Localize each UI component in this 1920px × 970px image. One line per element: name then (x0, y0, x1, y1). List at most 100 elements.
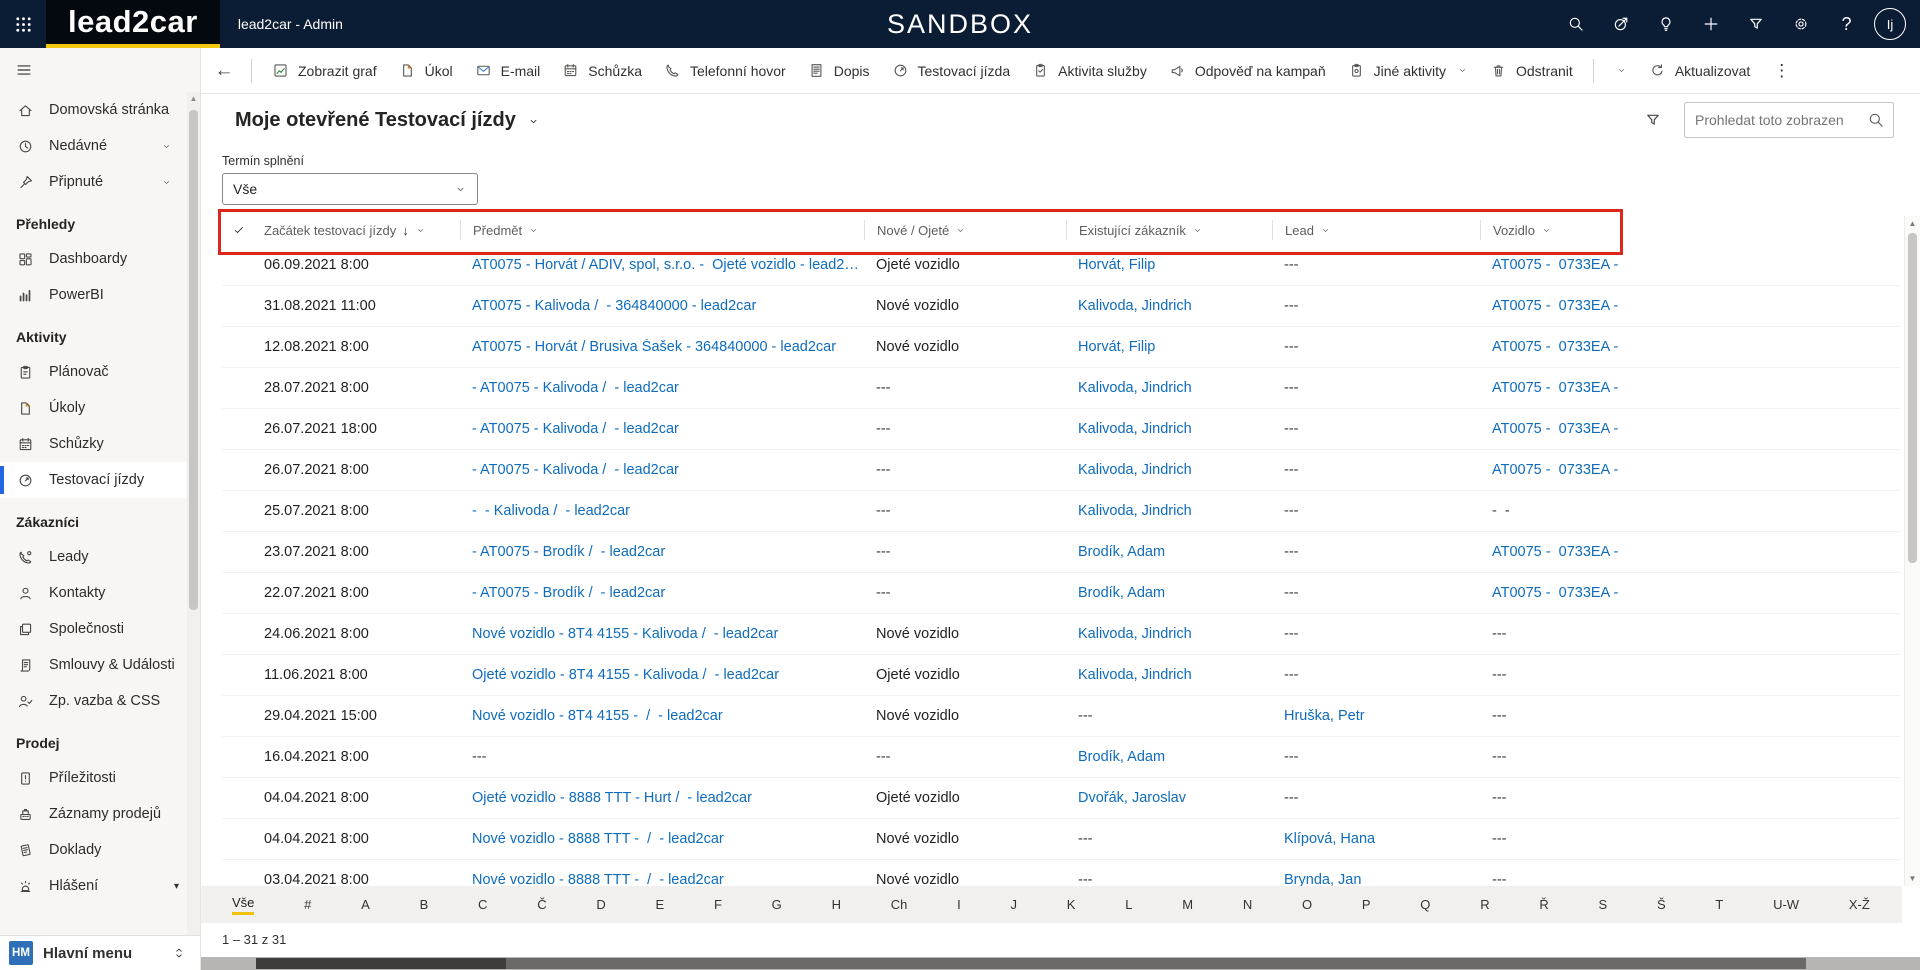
cell-subject[interactable]: Ojeté vozidlo - 8888 TTT - Hurt / - lead… (460, 790, 864, 806)
sidebar-item-ned-vn[interactable]: Nedávné (0, 128, 187, 164)
sidebar-item-z-znamy-prodej[interactable]: Záznamy prodejů (0, 796, 187, 832)
cell-vehicle[interactable]: AT0075 - 0733EA - (1480, 380, 1900, 396)
cell-customer[interactable]: Brodík, Adam (1066, 544, 1272, 560)
cell-customer[interactable]: Brodík, Adam (1066, 585, 1272, 601)
filter-icon[interactable] (1747, 15, 1765, 33)
horizontal-scrollbar-thumb[interactable] (256, 958, 506, 969)
jump-letter-i[interactable]: I (957, 897, 961, 912)
sidebar-scrollbar-thumb[interactable] (189, 110, 198, 610)
jump-letter-u-w[interactable]: U-W (1773, 897, 1799, 912)
jump-letter-b[interactable]: B (420, 897, 429, 912)
cell-subject[interactable]: - AT0075 - Brodík / - lead2car (460, 544, 864, 560)
vertical-scrollbar[interactable]: ▲ ▼ (1904, 216, 1920, 886)
jump-letter-e[interactable]: E (656, 897, 665, 912)
jump-letter-vše[interactable]: Vše (232, 895, 254, 915)
cmd-calendar-button[interactable]: Schůzka (551, 54, 653, 88)
cmd-split-chevron-button[interactable] (1603, 54, 1638, 88)
jump-letter-j[interactable]: J (1011, 897, 1018, 912)
sidebar-scrollbar[interactable]: ▲ (187, 92, 200, 936)
horizontal-scrollbar[interactable] (200, 957, 1920, 970)
cell-customer[interactable]: Brodík, Adam (1066, 749, 1272, 765)
jump-letter-l[interactable]: L (1125, 897, 1132, 912)
cell-customer[interactable]: Horvát, Filip (1066, 339, 1272, 355)
jump-letter-k[interactable]: K (1067, 897, 1076, 912)
cell-vehicle[interactable]: AT0075 - 0733EA - (1480, 339, 1900, 355)
jump-letter-f[interactable]: F (714, 897, 722, 912)
sidebar-item-doklady[interactable]: Doklady (0, 832, 187, 868)
sidebar-item-domovsk-str-nka[interactable]: Domovská stránka (0, 92, 187, 128)
view-selector[interactable]: Moje otevřené Testovací jízdy (235, 109, 540, 132)
column-header[interactable]: Vozidlo (1480, 220, 1900, 240)
cmd-task-button[interactable]: Úkol (388, 54, 464, 88)
sidebar-item-testovac-j-zdy[interactable]: Testovací jízdy (0, 462, 187, 498)
cell-vehicle[interactable]: AT0075 - 0733EA - (1480, 298, 1900, 314)
column-header[interactable]: Začátek testovací jízdy↓ (252, 220, 460, 240)
jump-letter-m[interactable]: M (1182, 897, 1193, 912)
jump-letter-p[interactable]: P (1362, 897, 1371, 912)
cmd-clipboard-button[interactable]: Jiné aktivity (1337, 54, 1479, 88)
jump-letter-n[interactable]: N (1243, 897, 1252, 912)
sidebar-item-powerbi[interactable]: PowerBI (0, 277, 187, 313)
sidebar-main-menu[interactable]: HM Hlavní menu (0, 935, 200, 970)
cell-customer[interactable]: Horvát, Filip (1066, 257, 1272, 273)
help-icon[interactable]: ? (1837, 14, 1856, 35)
lightbulb-icon[interactable] (1657, 15, 1675, 33)
cell-customer[interactable]: Kalivoda, Jindrich (1066, 667, 1272, 683)
sidebar-item-smlouvy-ud-losti[interactable]: Smlouvy & Události (0, 647, 187, 683)
scroll-down-icon[interactable]: ▼ (1905, 871, 1920, 886)
cell-vehicle[interactable]: AT0075 - 0733EA - (1480, 544, 1900, 560)
sidebar-item-dashboardy[interactable]: Dashboardy (0, 241, 187, 277)
view-search-input[interactable] (1693, 111, 1867, 129)
jump-letter-d[interactable]: D (596, 897, 605, 912)
sidebar-item-p-ipnut[interactable]: Připnuté (0, 164, 187, 200)
expand-collapse-icon[interactable] (172, 946, 186, 960)
cell-vehicle[interactable]: AT0075 - 0733EA - (1480, 585, 1900, 601)
jump-letter-q[interactable]: Q (1420, 897, 1430, 912)
sidebar-item-pl-nova[interactable]: Plánovač (0, 354, 187, 390)
jump-letter-a[interactable]: A (361, 897, 370, 912)
cmd-service-button[interactable]: Aktivita služby (1021, 54, 1158, 88)
vertical-scrollbar-thumb[interactable] (1908, 233, 1917, 563)
cell-customer[interactable]: Kalivoda, Jindrich (1066, 462, 1272, 478)
cell-customer[interactable]: Kalivoda, Jindrich (1066, 503, 1272, 519)
cell-lead[interactable]: Klípová, Hana (1272, 831, 1480, 847)
cell-subject[interactable]: Ojeté vozidlo - 8T4 4155 - Kalivoda / - … (460, 667, 864, 683)
filter-icon[interactable] (1644, 111, 1662, 129)
column-header[interactable]: Existující zákazník (1066, 220, 1272, 240)
cell-subject[interactable]: - AT0075 - Kalivoda / - lead2car (460, 421, 864, 437)
jump-letter-h[interactable]: H (832, 897, 841, 912)
cell-customer[interactable]: Kalivoda, Jindrich (1066, 626, 1272, 642)
brand-logo[interactable]: lead2car (46, 0, 220, 48)
cell-subject[interactable]: AT0075 - Horvát / Brusiva Šašek - 364840… (460, 339, 864, 355)
jump-letter-r[interactable]: R (1480, 897, 1489, 912)
jump-letter-č[interactable]: Č (537, 897, 546, 912)
sidebar-item-zp-vazba-css[interactable]: Zp. vazba & CSS (0, 683, 187, 719)
cell-customer[interactable]: Kalivoda, Jindrich (1066, 380, 1272, 396)
cell-subject[interactable]: - - Kalivoda / - lead2car (460, 503, 864, 519)
quick-create-icon[interactable] (1702, 15, 1720, 33)
jump-letter-o[interactable]: O (1302, 897, 1312, 912)
cmd-envelope-button[interactable]: E-mail (464, 54, 552, 88)
cmd-trash-button[interactable]: Odstranit (1479, 54, 1584, 88)
cell-vehicle[interactable]: AT0075 - 0733EA - (1480, 257, 1900, 273)
cell-subject[interactable]: - AT0075 - Brodík / - lead2car (460, 585, 864, 601)
due-date-select[interactable]: Vše (222, 173, 478, 205)
sidebar-item-sch-zky[interactable]: Schůzky (0, 426, 187, 462)
waffle-icon[interactable] (0, 15, 46, 34)
column-header[interactable]: Nové / Ojeté (864, 220, 1066, 240)
jump-letter-s[interactable]: S (1599, 897, 1608, 912)
cell-vehicle[interactable]: AT0075 - 0733EA - (1480, 421, 1900, 437)
sidebar-item-koly[interactable]: Úkoly (0, 390, 187, 426)
cell-subject[interactable]: Nové vozidlo - 8T4 4155 - / - lead2car (460, 708, 864, 724)
avatar[interactable]: Ij (1874, 8, 1906, 40)
settings-icon[interactable] (1792, 15, 1810, 33)
cell-vehicle[interactable]: AT0075 - 0733EA - (1480, 462, 1900, 478)
cmd-chart-line-button[interactable]: Zobrazit graf (261, 54, 388, 88)
cmd-speedometer-button[interactable]: Testovací jízda (881, 54, 1022, 88)
cmd-phone-button[interactable]: Telefonní hovor (653, 54, 797, 88)
overflow-menu-button[interactable]: ⋮ (1761, 61, 1803, 81)
column-header[interactable]: Lead (1272, 220, 1480, 240)
jump-letter-ch[interactable]: Ch (891, 897, 908, 912)
jump-letter-#[interactable]: # (304, 897, 311, 912)
cell-subject[interactable]: AT0075 - Horvát / ADIV, spol, s.r.o. - O… (460, 257, 864, 273)
